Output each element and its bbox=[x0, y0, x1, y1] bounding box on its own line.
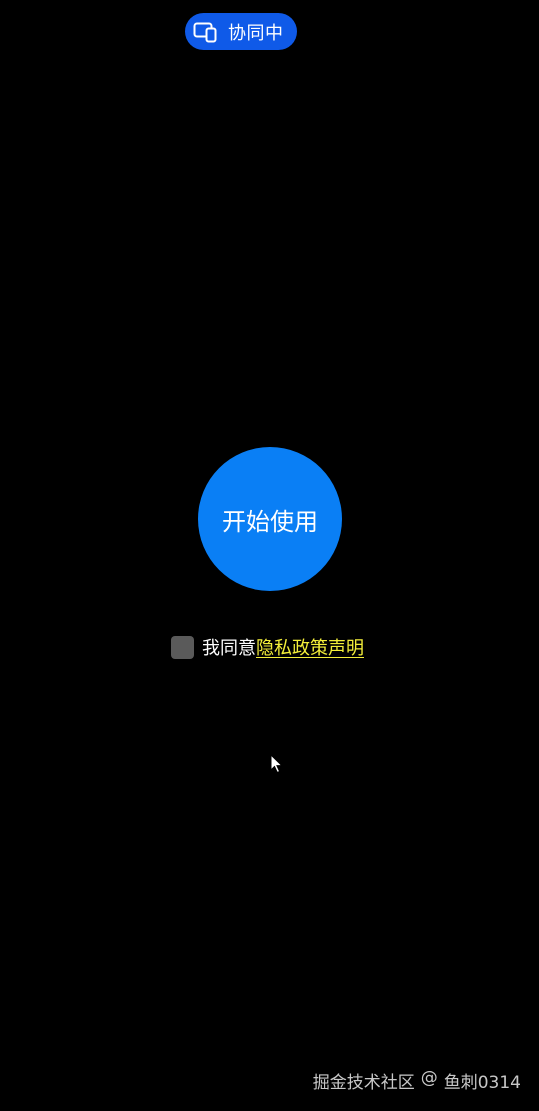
watermark-at: @ bbox=[420, 1068, 438, 1088]
mouse-pointer-icon bbox=[270, 753, 284, 774]
privacy-consent-row: 我同意 隐私政策声明 bbox=[171, 635, 364, 659]
watermark-site: 掘金技术社区 bbox=[312, 1073, 415, 1093]
consent-text: 我同意 隐私政策声明 bbox=[202, 634, 364, 660]
watermark: 掘金技术社区 @ 鱼刺0314 bbox=[313, 1068, 521, 1093]
screen: 协同中 开始使用 我同意 隐私政策声明 掘金技术社区 @ 鱼刺0314 bbox=[0, 0, 539, 1111]
devices-icon bbox=[193, 21, 219, 43]
watermark-author: 鱼刺0314 bbox=[443, 1073, 521, 1093]
collab-status-pill[interactable]: 协同中 bbox=[185, 13, 297, 50]
consent-prefix-text: 我同意 bbox=[202, 638, 256, 659]
consent-checkbox[interactable] bbox=[171, 635, 194, 659]
privacy-policy-link[interactable]: 隐私政策声明 bbox=[256, 634, 364, 660]
start-button[interactable]: 开始使用 bbox=[198, 447, 342, 591]
collab-status-label: 协同中 bbox=[228, 22, 284, 44]
